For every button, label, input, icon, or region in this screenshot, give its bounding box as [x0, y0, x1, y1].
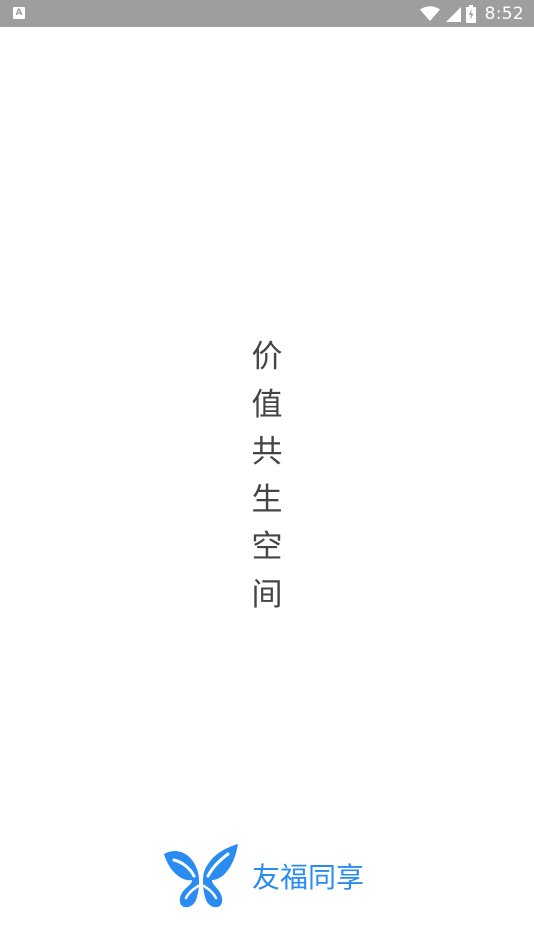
butterfly-logo-icon [164, 844, 238, 908]
status-bar: A 8:52 [0, 0, 534, 27]
slogan-char: 值 [251, 386, 283, 423]
brand-name: 友福同享 [252, 861, 365, 894]
a-icon: A [13, 7, 25, 19]
slogan-char: 生 [251, 481, 283, 518]
slogan-char: 价 [251, 339, 283, 375]
slogan: 价 值 共 生 空 间 [246, 334, 288, 619]
splash-screen: A 8:52 价 值 共 生 空 间 友福同享 [0, 0, 534, 950]
brand-footer: 友福同享 [162, 842, 364, 910]
slogan-char: 间 [251, 576, 283, 613]
status-time: 8:52 [484, 3, 524, 24]
status-icons: 8:52 [419, 0, 524, 27]
signal-icon [445, 6, 461, 22]
slogan-char: 共 [251, 434, 283, 470]
battery-icon [465, 4, 476, 23]
slogan-char: 空 [251, 529, 283, 565]
wifi-icon [419, 5, 440, 21]
